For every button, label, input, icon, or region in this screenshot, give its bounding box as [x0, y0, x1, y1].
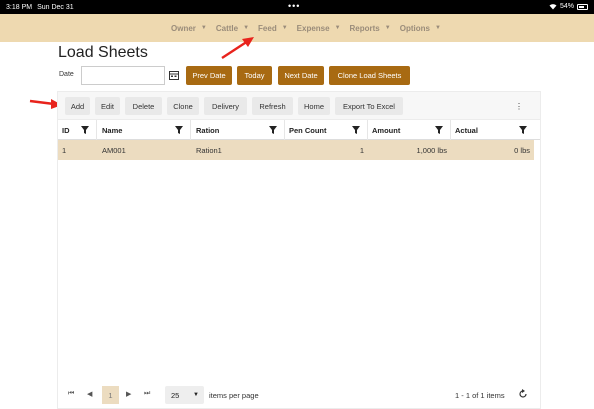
status-bar: 3:18 PM Sun Dec 31 ••• 54% [0, 0, 594, 14]
date-input[interactable] [81, 66, 165, 85]
caret-down-icon: ▼ [384, 25, 391, 31]
items-per-page-label: items per page [209, 391, 259, 400]
prev-page-icon[interactable]: ◀ [87, 390, 92, 398]
nav-item-feed[interactable]: Feed ▼ [258, 24, 288, 33]
nav-item-owner[interactable]: Owner ▼ [171, 24, 207, 33]
filter-icon[interactable] [352, 126, 360, 134]
delete-button[interactable]: Delete [125, 97, 162, 115]
edit-button[interactable]: Edit [95, 97, 120, 115]
nav-item-label: Cattle [215, 23, 239, 33]
column-header-id[interactable]: ID [58, 120, 97, 140]
column-header-label: Amount [372, 125, 401, 135]
caret-down-icon: ▼ [334, 25, 341, 31]
refresh-button[interactable]: Refresh [252, 97, 293, 115]
status-date: Sun Dec 31 [37, 3, 74, 11]
filter-icon[interactable] [519, 126, 527, 134]
cell-name: AM001 [102, 145, 126, 155]
cell-pen-count: 1 [359, 145, 364, 155]
page-size-value: 25 [171, 390, 180, 400]
items-range-label: 1 - 1 of 1 items [455, 391, 505, 400]
column-header-label: Pen Count [289, 125, 327, 135]
nav-item-label: Expense [296, 23, 330, 33]
refresh-icon[interactable] [518, 389, 528, 399]
clone-load-sheets-button[interactable]: Clone Load Sheets [329, 66, 410, 85]
filter-icon[interactable] [269, 126, 277, 134]
nav-item-reports[interactable]: Reports ▼ [350, 24, 391, 33]
multitask-dots-icon[interactable]: ••• [288, 2, 300, 11]
column-header-label: Name [102, 125, 123, 135]
delivery-button[interactable]: Delivery [204, 97, 247, 115]
caret-down-icon: ▼ [243, 25, 250, 31]
nav-item-options[interactable]: Options ▼ [400, 24, 441, 33]
more-options-icon[interactable]: ⋮ [514, 98, 524, 114]
prev-date-button[interactable]: Prev Date [186, 66, 232, 85]
column-header-label: Ration [196, 125, 220, 135]
column-header-label: Actual [455, 125, 478, 135]
grid-pager: ⏮ ◀ 1 ▶ ⏭ 25 ▼ items per page 1 - 1 of 1… [58, 384, 540, 406]
battery-icon [577, 3, 588, 10]
annotation-arrow-feed-icon [221, 37, 254, 60]
nav-item-expense[interactable]: Expense ▼ [297, 24, 341, 33]
cell-actual: 0 lbs [514, 145, 530, 155]
column-header-name[interactable]: Name [98, 120, 191, 140]
caret-down-icon: ▼ [193, 392, 199, 398]
column-header-amount[interactable]: Amount [368, 120, 451, 140]
date-label: Date [59, 71, 74, 78]
home-button[interactable]: Home [298, 97, 330, 115]
column-header-actual[interactable]: Actual [451, 120, 534, 140]
column-header-ration[interactable]: Ration [192, 120, 285, 140]
column-header-label: ID [62, 125, 70, 135]
cell-amount: 1,000 lbs [416, 145, 447, 155]
top-navbar: Owner ▼ Cattle ▼ Feed ▼ Expense ▼ Reports ▼ O… [0, 14, 594, 42]
next-page-icon[interactable]: ▶ [126, 390, 131, 398]
filter-icon[interactable] [435, 126, 443, 134]
caret-down-icon: ▼ [434, 25, 441, 31]
nav-item-label: Options [399, 23, 430, 33]
battery-percent: 54% [559, 3, 574, 10]
page-title: Load Sheets [58, 44, 148, 61]
export-to-excel-button[interactable]: Export To Excel [335, 97, 403, 115]
current-page-button[interactable]: 1 [102, 386, 119, 404]
nav-menu: Owner ▼ Cattle ▼ Feed ▼ Expense ▼ Reports ▼ O… [171, 14, 450, 42]
status-time: 3:18 PM [6, 3, 33, 11]
calendar-icon[interactable] [166, 66, 182, 85]
nav-item-cattle[interactable]: Cattle ▼ [216, 24, 249, 33]
page-size-select[interactable]: 25 ▼ [165, 386, 204, 404]
filter-icon[interactable] [175, 126, 183, 134]
cell-ration: Ration1 [196, 145, 222, 155]
nav-item-label: Feed [258, 23, 277, 33]
clone-button[interactable]: Clone [167, 97, 199, 115]
wifi-icon [549, 4, 557, 10]
nav-item-label: Reports [349, 23, 380, 33]
caret-down-icon: ▼ [281, 25, 288, 31]
add-button[interactable]: Add [65, 97, 90, 115]
filter-icon[interactable] [81, 126, 89, 134]
table-row[interactable]: 1 AM001 Ration1 1 1,000 lbs 0 lbs [58, 140, 534, 160]
column-header-pen-count[interactable]: Pen Count [285, 120, 368, 140]
cell-id: 1 [62, 145, 67, 155]
grid-toolbar: Add Edit Delete Clone Delivery Refresh H… [58, 92, 540, 120]
load-sheets-grid: Add Edit Delete Clone Delivery Refresh H… [57, 91, 541, 409]
table-header: ID Name Ration Pen Count Amount Actual [58, 120, 540, 140]
next-date-button[interactable]: Next Date [278, 66, 324, 85]
last-page-icon[interactable]: ⏭ [144, 390, 150, 398]
today-button[interactable]: Today [237, 66, 272, 85]
first-page-icon[interactable]: ⏮ [68, 390, 74, 398]
nav-item-label: Owner [171, 23, 196, 33]
caret-down-icon: ▼ [200, 25, 207, 31]
